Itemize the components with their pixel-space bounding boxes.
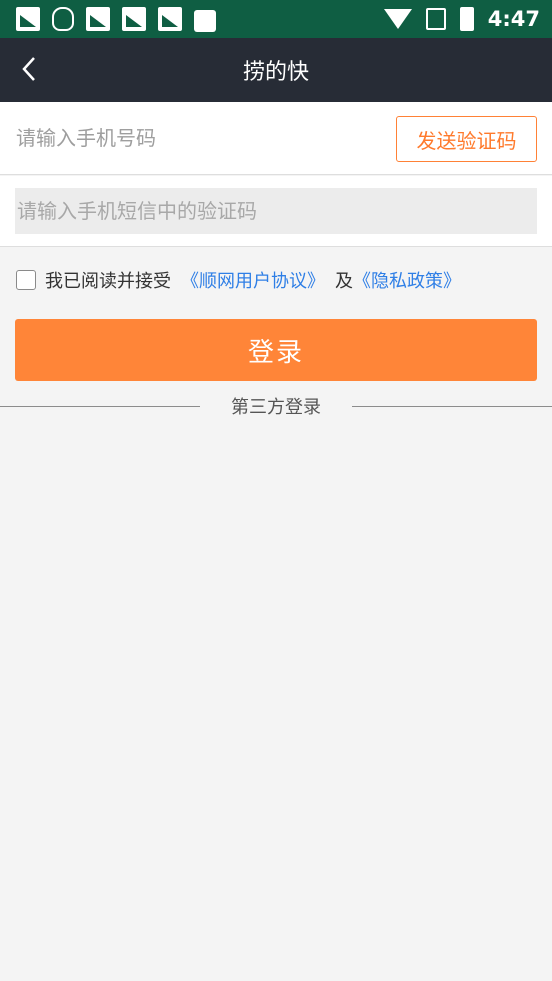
page-title: 捞的快 xyxy=(242,60,309,85)
notification-icon xyxy=(122,7,146,31)
user-agreement-link[interactable]: 《顺网用户协议》 xyxy=(181,267,325,293)
agreement-and: 及 xyxy=(335,271,353,292)
battery-charging-icon xyxy=(459,7,474,31)
agreement-prefix: 我已阅读并接受 xyxy=(45,271,171,292)
divider-line-left xyxy=(0,406,200,407)
chevron-left-icon xyxy=(22,57,35,81)
back-button[interactable] xyxy=(14,54,44,84)
qq-icon xyxy=(52,7,74,31)
app-header: 捞的快 xyxy=(0,38,552,102)
third-party-divider: 第三方登录 xyxy=(0,393,552,419)
status-bar: 4:47 xyxy=(0,0,552,38)
send-code-button[interactable]: 发送验证码 xyxy=(396,116,537,162)
notification-icon xyxy=(16,7,40,31)
agreement: 我已阅读并接受 《顺网用户协议》 及 《隐私政策》 xyxy=(16,265,461,295)
notification-icons xyxy=(16,6,216,32)
clock: 4:47 xyxy=(487,7,540,31)
divider-line-right xyxy=(352,406,552,407)
wifi-icon xyxy=(383,9,412,29)
sms-code-input[interactable] xyxy=(15,188,537,234)
phone-row: 发送验证码 xyxy=(0,102,552,175)
notification-icon xyxy=(86,7,110,31)
no-signal-icon xyxy=(425,8,446,30)
phone-input[interactable] xyxy=(16,116,376,160)
notification-icon xyxy=(158,7,182,31)
privacy-policy-link[interactable]: 《隐私政策》 xyxy=(353,267,461,293)
code-row xyxy=(0,176,552,247)
login-button[interactable]: 登录 xyxy=(15,319,537,381)
third-party-label: 第三方登录 xyxy=(231,397,321,418)
agree-checkbox[interactable] xyxy=(16,270,36,290)
status-right: 4:47 xyxy=(383,7,540,31)
shopping-bag-icon xyxy=(194,10,216,32)
